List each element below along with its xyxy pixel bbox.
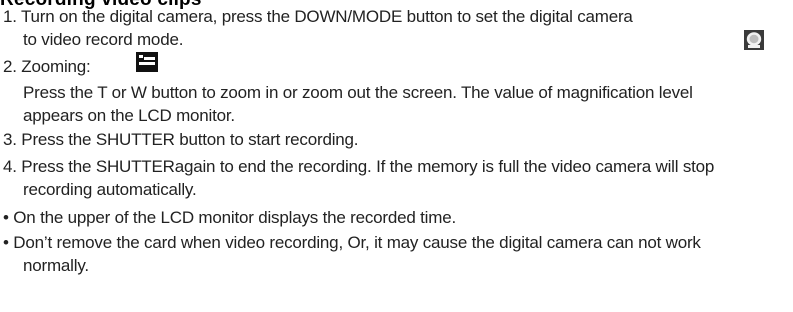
video-mode-icon <box>135 51 159 73</box>
step-2-line-1: Press the T or W button to zoom in or zo… <box>23 83 693 102</box>
step-1-line-2: to video record mode. <box>23 30 184 49</box>
step-4-line-2: recording automatically. <box>23 180 197 199</box>
bullet-2-line-2: normally. <box>23 256 89 275</box>
step-2-line-2: appears on the LCD monitor. <box>23 106 235 125</box>
step-1-line-1: 1. Turn on the digital camera, press the… <box>3 7 633 26</box>
bullet-1-line: • On the upper of the LCD monitor displa… <box>3 208 456 227</box>
bullet-2-line-1: • Don’t remove the card when video recor… <box>3 233 701 252</box>
camera-mode-icon <box>742 28 766 52</box>
step-2-title: 2. Zooming: <box>3 57 91 76</box>
manual-page: Recording video clips 1. Turn on the dig… <box>0 0 793 312</box>
step-3-line: 3. Press the SHUTTER button to start rec… <box>3 130 359 149</box>
step-4-line-1: 4. Press the SHUTTERagain to end the rec… <box>3 157 715 176</box>
